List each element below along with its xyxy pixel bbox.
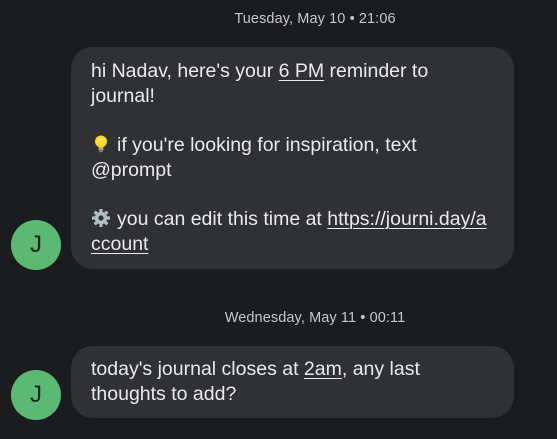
gear-icon [92,209,110,227]
avatar[interactable]: J [11,370,61,420]
message-thread: Tuesday, May 10 • 21:06 hi Nadav, here's… [0,0,557,439]
message-text: today's journal closes at [91,358,304,380]
message-bubble[interactable]: hi Nadav, here's your 6 PM reminder to j… [71,47,514,269]
message-paragraph: hi Nadav, here's your 6 PM reminder to j… [91,59,494,108]
message-paragraph: if you're looking for inspiration, text … [91,133,494,182]
message-paragraph: you can edit this time at https://journi… [91,207,494,256]
message-timestamp: Tuesday, May 10 • 21:06 [234,11,396,27]
message-text: if you're looking for inspiration, text … [91,134,417,181]
message-text: hi Nadav, here's your [91,60,279,82]
message-text: you can edit this time at [117,208,328,230]
time-link[interactable]: 6 PM [279,60,325,82]
message-timestamp: Wednesday, May 11 • 00:11 [224,310,406,326]
avatar[interactable]: J [11,220,61,270]
message-bubble[interactable]: today's journal closes at 2am, any last … [71,346,514,418]
message-paragraph: today's journal closes at 2am, any last … [91,357,494,406]
time-link[interactable]: 2am [304,358,342,380]
lightbulb-icon [95,135,107,153]
